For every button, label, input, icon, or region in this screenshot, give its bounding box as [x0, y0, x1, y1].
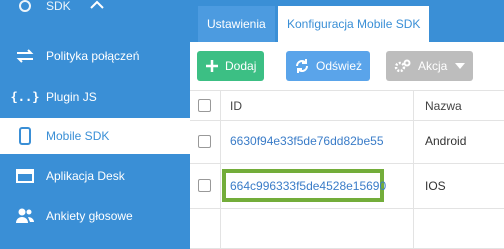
action-dropdown-button[interactable]: Akcja — [386, 51, 474, 81]
sidebar-item-label: Ankiety głosowe — [46, 209, 133, 223]
row-name: IOS — [425, 179, 446, 193]
sidebar-item-label: Plugin JS — [46, 90, 97, 104]
sidebar-item-label: Aplikacja Desk — [46, 169, 125, 183]
toolbar: Dodaj Odśwież Akcja — [190, 42, 504, 90]
desk-window-icon — [14, 165, 36, 187]
column-header-nazwa[interactable]: Nazwa — [425, 99, 462, 113]
table-row[interactable]: 6630f94e33f5de76dd82be55 Android — [190, 121, 504, 164]
sidebar-item-polityka[interactable]: Polityka połączeń — [0, 38, 190, 74]
people-icon — [14, 205, 36, 227]
sidebar-item-label: Mobile SDK — [46, 129, 110, 143]
sidebar-item-mobile-sdk[interactable]: Mobile SDK — [0, 118, 190, 154]
plus-icon — [205, 59, 219, 73]
arrows-exchange-icon — [14, 45, 36, 67]
chevron-up-icon[interactable] — [86, 0, 108, 14]
gear-icon — [14, 0, 36, 17]
tab-konfiguracja-mobile-sdk[interactable]: Konfiguracja Mobile SDK — [278, 6, 430, 42]
sidebar-item-aplikacja-desk[interactable]: Aplikacja Desk — [0, 158, 190, 194]
caret-down-icon — [455, 63, 466, 69]
action-button-label: Akcja — [418, 59, 448, 73]
table-row[interactable]: 664c996333f5de4528e15690 IOS — [190, 164, 504, 209]
sidebar: SDK Polityka połączeń {..} Plugin JS Mob… — [0, 0, 190, 249]
main-panel: Ustawienia Konfiguracja Mobile SDK Dodaj… — [190, 0, 504, 249]
code-braces-icon: {..} — [10, 90, 40, 104]
table-row-empty — [190, 209, 504, 249]
refresh-button-label: Odśwież — [316, 59, 363, 73]
row-checkbox[interactable] — [198, 135, 211, 148]
add-button[interactable]: Dodaj — [197, 51, 265, 81]
mobile-phone-icon — [14, 125, 36, 147]
tab-ustawienia[interactable]: Ustawienia — [198, 6, 275, 42]
gears-icon — [394, 59, 412, 73]
sidebar-item-label: Polityka połączeń — [46, 49, 140, 63]
refresh-button[interactable]: Odśwież — [286, 51, 371, 81]
sidebar-item-ankiety[interactable]: Ankiety głosowe — [0, 198, 190, 234]
row-name: Android — [425, 134, 467, 148]
table-header-row: ID Nazwa — [190, 90, 504, 121]
tab-bar: Ustawienia Konfiguracja Mobile SDK — [190, 0, 504, 42]
row-checkbox[interactable] — [198, 179, 211, 192]
row-id-link[interactable]: 664c996333f5de4528e15690 — [230, 179, 386, 193]
select-all-checkbox[interactable] — [198, 99, 211, 112]
refresh-icon — [294, 58, 310, 74]
sidebar-item-plugin-js[interactable]: {..} Plugin JS — [0, 79, 190, 115]
column-header-id[interactable]: ID — [230, 99, 242, 113]
add-button-label: Dodaj — [225, 59, 257, 73]
sidebar-item-label: SDK — [46, 0, 71, 13]
row-id-link[interactable]: 6630f94e33f5de76dd82be55 — [230, 134, 384, 148]
